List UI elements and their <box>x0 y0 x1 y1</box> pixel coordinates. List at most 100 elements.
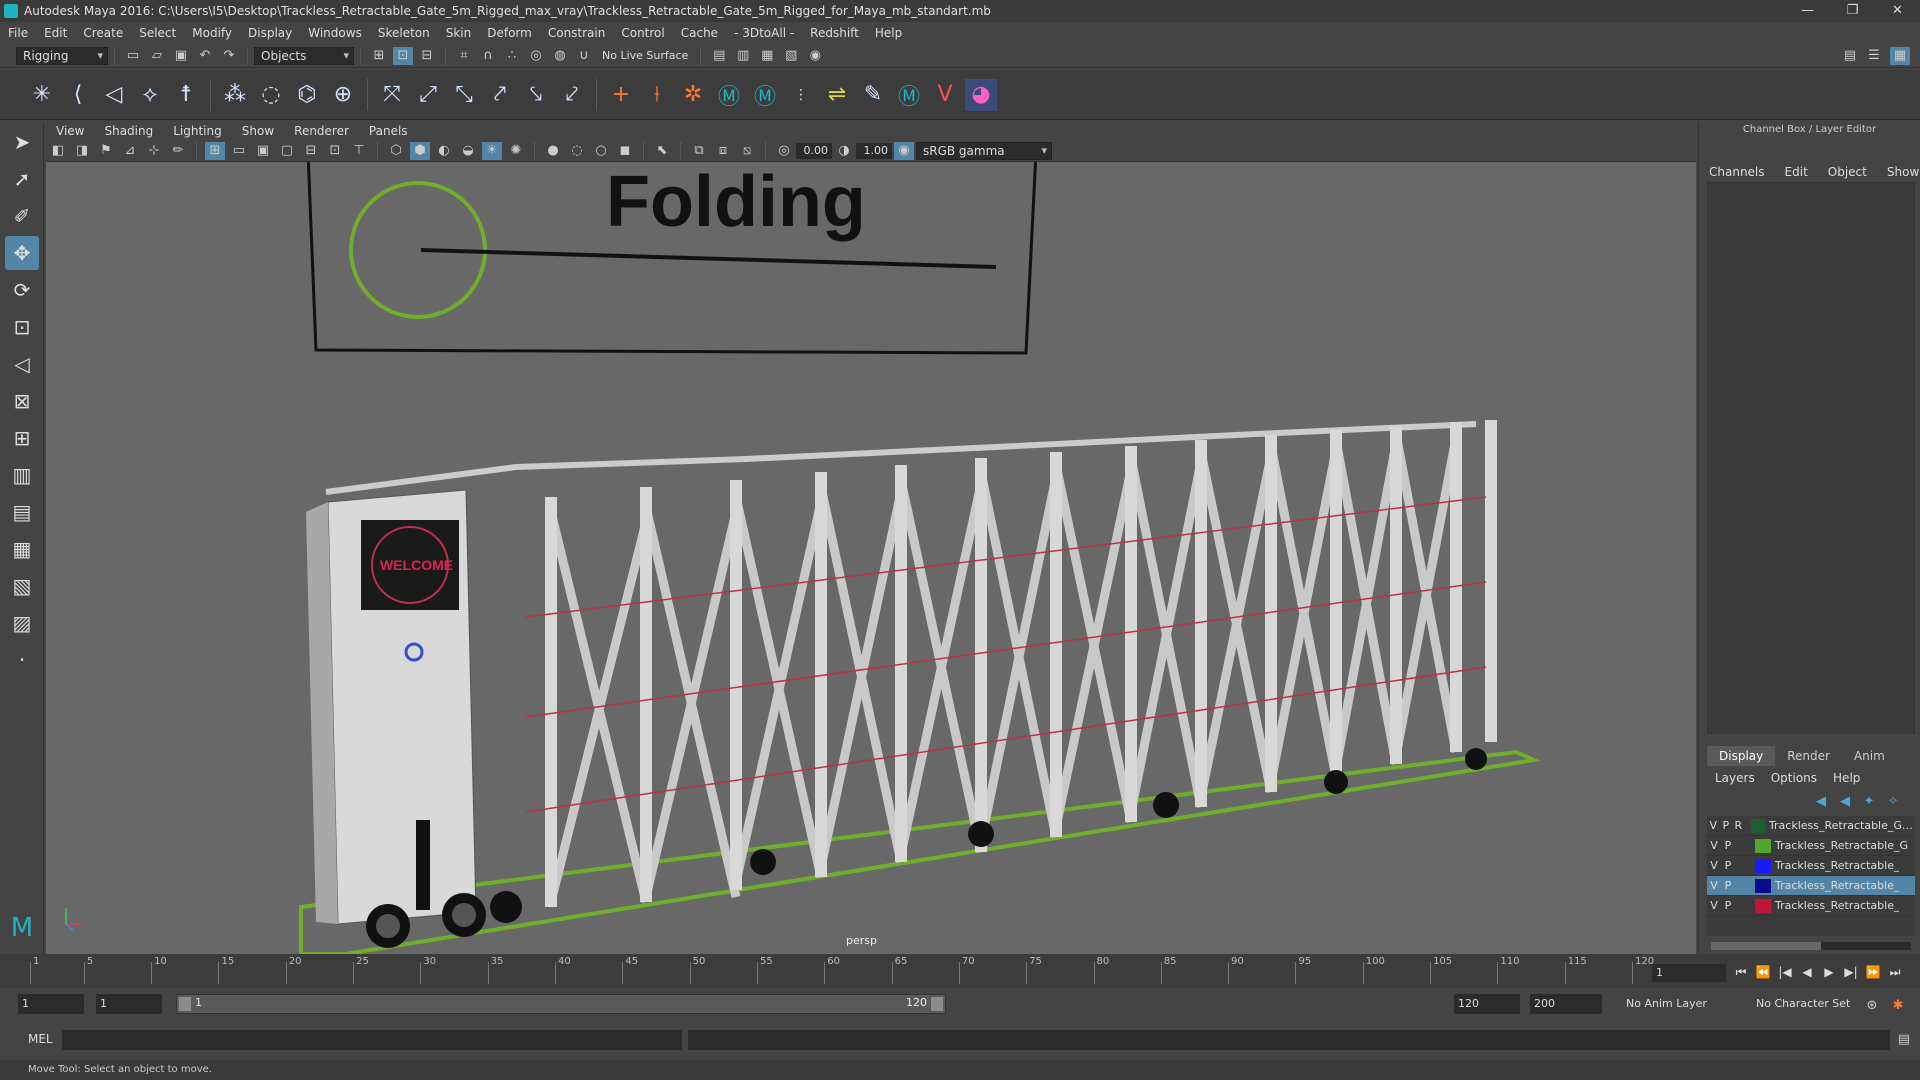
menu-display[interactable]: Display <box>240 26 300 40</box>
layer-row[interactable]: V P Trackless_Retractable_ <box>1707 856 1915 876</box>
image-plane-icon[interactable]: ⊿ <box>120 142 140 160</box>
menu-control[interactable]: Control <box>613 26 672 40</box>
step-forward-key-icon[interactable]: ▶| <box>1840 962 1862 982</box>
view-transform-dropdown[interactable]: sRGB gamma <box>916 141 1052 160</box>
current-frame-field[interactable]: 1 <box>1652 964 1726 982</box>
menu-redshift[interactable]: Redshift <box>802 26 867 40</box>
last-tool-icon[interactable]: ◁ <box>5 347 39 381</box>
viewport[interactable]: Folding WELCOME persp <box>46 162 1696 954</box>
default-material-icon[interactable]: ◐ <box>434 142 454 160</box>
menu-edit[interactable]: Edit <box>36 26 75 40</box>
channels-menu[interactable]: Channels <box>1699 165 1775 179</box>
point-constraint-icon[interactable]: + <box>605 79 637 111</box>
layer-color-swatch[interactable] <box>1755 838 1771 853</box>
resolution-gate-icon[interactable]: ▣ <box>253 142 273 160</box>
blend-shape-icon[interactable]: ◌ <box>255 79 287 111</box>
snap-surface-icon[interactable]: ◍ <box>550 47 570 65</box>
render-settings-icon[interactable]: ▧ <box>781 47 801 65</box>
new-layer-icon[interactable]: ✦ <box>1859 792 1879 810</box>
motion-blur-icon[interactable]: ◌ <box>567 142 587 160</box>
camera-select-icon[interactable]: ◧ <box>48 142 68 160</box>
humanik-icon[interactable]: ☨ <box>170 79 202 111</box>
layer-color-swatch[interactable] <box>1755 858 1771 873</box>
depth-of-field-icon[interactable]: ◼ <box>615 142 635 160</box>
help-menu[interactable]: Help <box>1825 771 1868 785</box>
grease-pencil-icon[interactable]: ✏ <box>168 142 188 160</box>
range-start-handle[interactable] <box>179 997 191 1011</box>
step-forward-frame-icon[interactable]: ⏩ <box>1862 962 1884 982</box>
prune-weights-icon[interactable]: ⤦ <box>556 79 588 111</box>
new-layer-selected-icon[interactable]: ✧ <box>1883 792 1903 810</box>
animation-start-field[interactable]: 1 <box>18 994 84 1014</box>
isolate-select-icon[interactable]: ⬉ <box>652 142 672 160</box>
ik-spline-icon[interactable]: ◁ <box>98 79 130 111</box>
joint-tool-icon[interactable]: ✳ <box>26 79 58 111</box>
open-scene-icon[interactable]: ▱ <box>147 47 167 65</box>
layout-custom-icon[interactable]: ▨ <box>5 606 39 640</box>
maximize-button[interactable]: ❐ <box>1830 0 1875 22</box>
tool-settings-icon[interactable]: ☰ <box>1864 47 1884 65</box>
xray-icon[interactable]: ⧉ <box>689 142 709 160</box>
gate-mask-icon[interactable]: ▢ <box>277 142 297 160</box>
animation-end-field[interactable]: 200 <box>1530 994 1602 1014</box>
lasso-tool-icon[interactable]: ➚ <box>5 162 39 196</box>
scale-tool-icon[interactable]: ⊡ <box>5 310 39 344</box>
save-scene-icon[interactable]: ▣ <box>171 47 191 65</box>
render-frame-icon[interactable]: ▥ <box>733 47 753 65</box>
bookmark-icon[interactable]: ⚑ <box>96 142 116 160</box>
select-component-icon[interactable]: ⊟ <box>417 47 437 65</box>
layout-single-icon[interactable]: ⊞ <box>5 421 39 455</box>
playback-start-field[interactable]: 1 <box>96 994 162 1014</box>
tab-display[interactable]: Display <box>1707 746 1776 766</box>
menu-windows[interactable]: Windows <box>300 26 370 40</box>
viewport-menu-renderer[interactable]: Renderer <box>284 124 359 138</box>
anim-layer-dropdown[interactable]: No Anim Layer <box>1622 994 1740 1014</box>
play-backward-icon[interactable]: ◀ <box>1796 962 1818 982</box>
set-key-icon[interactable]: ⋮ <box>785 79 817 111</box>
auto-key-icon[interactable]: ⊛ <box>1862 996 1882 1014</box>
layer-color-swatch[interactable] <box>1755 898 1771 913</box>
menu-create[interactable]: Create <box>75 26 131 40</box>
step-back-frame-icon[interactable]: ⏪ <box>1752 962 1774 982</box>
menu-set-dropdown[interactable]: Rigging <box>16 46 108 65</box>
lattice-icon[interactable]: ⌬ <box>291 79 323 111</box>
menu-3dtoall[interactable]: - 3DtoAll - <box>726 26 802 40</box>
redo-icon[interactable]: ↷ <box>219 47 239 65</box>
minimize-button[interactable]: — <box>1785 0 1830 22</box>
ik-handle-icon[interactable]: ⟨ <box>62 79 94 111</box>
viewport-menu-view[interactable]: View <box>46 124 94 138</box>
range-end-handle[interactable] <box>931 997 943 1011</box>
rotate-tool-icon[interactable]: ⟳ <box>5 273 39 307</box>
new-scene-icon[interactable]: ▭ <box>123 47 143 65</box>
snap-point-icon[interactable]: ∴ <box>502 47 522 65</box>
mash-icon[interactable]: Ⓜ <box>893 79 925 111</box>
select-tool-icon[interactable]: ➤ <box>5 125 39 159</box>
2d-pan-zoom-icon[interactable]: ⊹ <box>144 142 164 160</box>
exposure-field[interactable]: 0.00 <box>796 142 832 159</box>
viewport-menu-panels[interactable]: Panels <box>359 124 418 138</box>
cluster-icon[interactable]: ⁂ <box>219 79 251 111</box>
quick-rig-icon[interactable]: ⟡ <box>134 79 166 111</box>
aim-constraint-icon[interactable]: ⟊ <box>641 79 673 111</box>
snap-grid-icon[interactable]: ⌗ <box>454 47 474 65</box>
shader-ball-icon[interactable]: ◕ <box>965 78 997 111</box>
viewport-menu-lighting[interactable]: Lighting <box>163 124 232 138</box>
script-editor-icon[interactable]: ▤ <box>1894 1030 1914 1048</box>
exposure-icon[interactable]: ◎ <box>774 142 794 160</box>
viewport-menu-shading[interactable]: Shading <box>94 124 163 138</box>
detach-skin-icon[interactable]: ⤢ <box>412 79 444 111</box>
textured-icon[interactable]: ◒ <box>458 142 478 160</box>
bind-skin-icon[interactable]: ⤧ <box>376 79 408 111</box>
menu-deform[interactable]: Deform <box>479 26 540 40</box>
smooth-shade-icon[interactable]: ⬢ <box>410 141 430 160</box>
layer-row[interactable]: V P Trackless_Retractable_ <box>1707 876 1915 896</box>
selection-mode-dropdown[interactable]: Objects <box>254 46 354 65</box>
show-menu[interactable]: Show <box>1877 165 1920 179</box>
orient-constraint-icon[interactable]: ✲ <box>677 79 709 111</box>
select-hierarchy-icon[interactable]: ⊞ <box>369 47 389 65</box>
tab-anim[interactable]: Anim <box>1842 746 1897 766</box>
move-tool-icon[interactable]: ✥ <box>5 236 39 270</box>
options-menu[interactable]: Options <box>1763 771 1825 785</box>
mirror-weights-icon[interactable]: ⤤ <box>484 79 516 111</box>
ambient-occlusion-icon[interactable]: ● <box>543 142 563 160</box>
